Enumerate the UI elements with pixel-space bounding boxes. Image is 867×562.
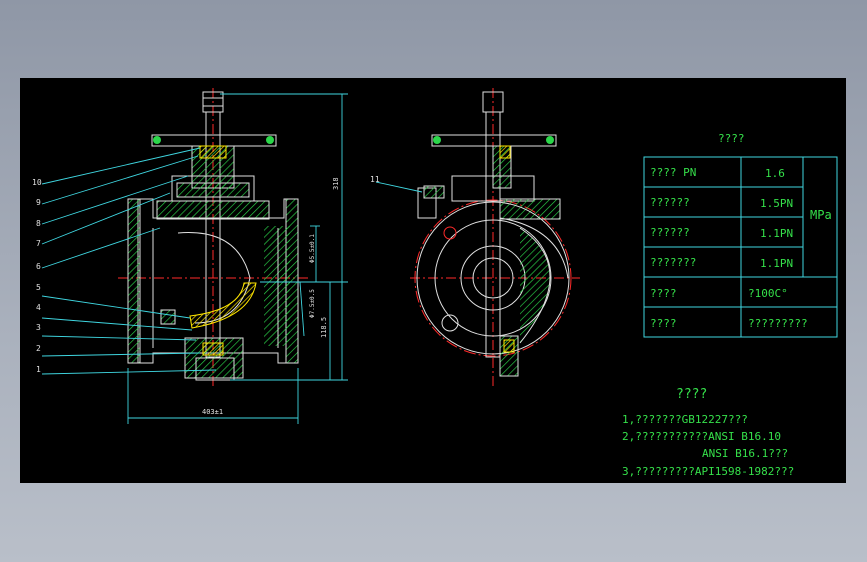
spec-row-value: 1.6 (765, 167, 785, 180)
end-view (410, 88, 580, 388)
spec-row-label: ??????? (650, 256, 696, 269)
spec-row-label: ???? (650, 317, 677, 330)
part-label: 9 (36, 198, 41, 207)
spec-row-value: ????????? (748, 317, 808, 330)
part-label: 3 (36, 323, 41, 332)
part-label: 6 (36, 262, 41, 271)
notes-title: ???? (676, 387, 707, 402)
part-labels: 10 9 8 7 6 5 4 3 2 1 (32, 178, 42, 374)
spec-table: ???? ???? PN 1.6 ?????? 1.5PN ?????? 1.1… (643, 132, 838, 338)
note-line: 3,?????????API1598-1982??? (622, 465, 794, 478)
part-label: 8 (36, 219, 41, 228)
dimension-flange-dia-2: Φ7.5±0.5 (309, 289, 316, 318)
part-label: 1 (36, 365, 41, 374)
part-label: 7 (36, 239, 41, 248)
valve-assembly-drawing: 10 9 8 7 6 5 4 3 2 1 318 118.5 Φ5.5±0.1 … (32, 88, 838, 478)
spec-unit: MPa (810, 208, 832, 222)
dimension-total-height: 318 (332, 177, 340, 190)
part-label: 5 (36, 283, 41, 292)
spec-row-label: ?????? (650, 196, 690, 209)
dimension-lower-height: 118.5 (320, 317, 328, 338)
technical-notes: ???? 1,???????GB12227??? 2,???????????AN… (622, 387, 794, 478)
part-label: 10 (32, 178, 42, 187)
spec-row-value: 1.1PN (760, 227, 793, 240)
spec-row-value: 1.1PN (760, 257, 793, 270)
section-leader: 11 (370, 175, 423, 193)
section-view (118, 88, 310, 388)
spec-row-label: ?????? (650, 226, 690, 239)
note-line: ANSI B16.1??? (702, 447, 788, 460)
spec-row-label: ???? PN (650, 166, 696, 179)
spec-row-label: ???? (650, 287, 677, 300)
note-line: 1,???????GB12227??? (622, 413, 748, 426)
note-line: 2,???????????ANSI B16.10 (622, 430, 781, 443)
cad-drawing-canvas: 10 9 8 7 6 5 4 3 2 1 318 118.5 Φ5.5±0.1 … (20, 78, 846, 483)
dimension-flange-width: 403±1 (202, 408, 223, 416)
dimension-flange-dia-1: Φ5.5±0.1 (309, 234, 316, 263)
part-label: 4 (36, 303, 41, 312)
part-label: 2 (36, 344, 41, 353)
spec-row-value: 1.5PN (760, 197, 793, 210)
spec-table-title: ???? (718, 132, 745, 145)
spec-row-value: ?100C° (748, 287, 788, 300)
section-label: 11 (370, 175, 380, 184)
